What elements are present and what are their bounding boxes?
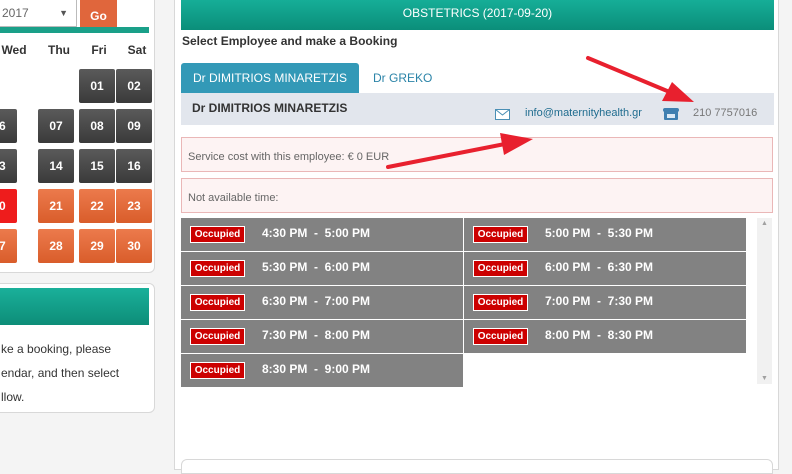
info-text-line: llow. (1, 390, 25, 404)
time-slot: Occupied 8:00 PM - 8:30 PM (464, 320, 746, 353)
service-cost-notice: Service cost with this employee: € 0 EUR (181, 137, 773, 172)
occupied-badge: Occupied (473, 226, 528, 243)
time-slot: Occupied 6:30 PM - 7:00 PM (181, 286, 463, 319)
slot-time: 6:30 PM - 7:00 PM (262, 294, 371, 308)
calendar-panel: 2017 ▼ Go Wed Thu Fri Sat 01 02 06 07 08… (0, 0, 155, 273)
calendar-day[interactable]: 09 (116, 109, 152, 143)
scroll-up-icon[interactable]: ▲ (761, 220, 768, 227)
slot-time: 8:00 PM - 8:30 PM (545, 328, 654, 342)
occupied-badge: Occupied (190, 294, 245, 311)
calendar-day[interactable]: 01 (79, 69, 115, 103)
year-select[interactable]: 2017 ▼ (0, 0, 77, 27)
weekday-wed: Wed (1, 43, 27, 57)
calendar-day[interactable]: 23 (116, 189, 152, 223)
weekday-fri: Fri (91, 43, 107, 57)
info-panel-header (0, 288, 149, 325)
calendar-day[interactable]: 30 (116, 229, 152, 263)
slot-time: 7:00 PM - 7:30 PM (545, 294, 654, 308)
booking-panel: OBSTETRICS (2017-09-20) Select Employee … (174, 0, 779, 474)
weekday-sat: Sat (127, 43, 147, 57)
employee-name: Dr DIMITRIOS MINARETZIS (192, 101, 348, 115)
calendar-day[interactable]: 21 (38, 189, 74, 223)
calendar-day-selected[interactable]: 20 (0, 189, 17, 223)
occupied-badge: Occupied (473, 294, 528, 311)
slot-time: 6:00 PM - 6:30 PM (545, 260, 654, 274)
calendar-day[interactable]: 28 (38, 229, 74, 263)
weekday-thu: Thu (48, 43, 70, 57)
envelope-icon (495, 109, 510, 120)
calendar-day[interactable]: 27 (0, 229, 17, 263)
chevron-down-icon: ▼ (59, 8, 68, 18)
time-slot: Occupied 5:00 PM - 5:30 PM (464, 218, 746, 251)
go-button[interactable]: Go (80, 0, 117, 27)
slot-time: 8:30 PM - 9:00 PM (262, 362, 371, 376)
occupied-badge: Occupied (190, 260, 245, 277)
not-available-notice: Not available time: (181, 178, 773, 213)
info-panel: ke a booking, please endar, and then sel… (0, 283, 155, 413)
year-select-value: 2017 (2, 6, 29, 20)
slots-scrollbar[interactable]: ▲ ▼ (757, 218, 772, 384)
tab-dr-minaretzis[interactable]: Dr DIMITRIOS MINARETZIS (181, 63, 359, 93)
occupied-badge: Occupied (190, 226, 245, 243)
slot-time: 5:30 PM - 6:00 PM (262, 260, 371, 274)
calendar-day[interactable]: 06 (0, 109, 17, 143)
slot-time: 7:30 PM - 8:00 PM (262, 328, 371, 342)
time-slot: Occupied 4:30 PM - 5:00 PM (181, 218, 463, 251)
employee-email-link[interactable]: info@maternityhealth.gr (525, 107, 642, 119)
slot-time: 5:00 PM - 5:30 PM (545, 226, 654, 240)
employee-info-bar: Dr DIMITRIOS MINARETZIS info@maternityhe… (181, 93, 774, 125)
time-slot: Occupied 7:30 PM - 8:00 PM (181, 320, 463, 353)
page-subtitle: Select Employee and make a Booking (182, 34, 398, 48)
calendar-day[interactable]: 22 (79, 189, 115, 223)
calendar-day[interactable]: 16 (116, 149, 152, 183)
occupied-badge: Occupied (190, 362, 245, 379)
occupied-badge: Occupied (190, 328, 245, 345)
calendar-day[interactable]: 07 (38, 109, 74, 143)
time-slot: Occupied 7:00 PM - 7:30 PM (464, 286, 746, 319)
department-header: OBSTETRICS (2017-09-20) (181, 0, 774, 30)
time-slot: Occupied 5:30 PM - 6:00 PM (181, 252, 463, 285)
scroll-down-icon[interactable]: ▼ (761, 375, 768, 382)
next-section-box (181, 459, 773, 474)
time-slot-grid: Occupied 4:30 PM - 5:00 PM Occupied 5:00… (181, 218, 747, 390)
calendar-day[interactable]: 13 (0, 149, 17, 183)
calendar-accent-bar (0, 27, 149, 33)
occupied-badge: Occupied (473, 260, 528, 277)
tab-dr-greko[interactable]: Dr GREKO (361, 63, 444, 93)
slot-time: 4:30 PM - 5:00 PM (262, 226, 371, 240)
calendar-day[interactable]: 14 (38, 149, 74, 183)
occupied-badge: Occupied (473, 328, 528, 345)
phone-icon (663, 108, 679, 120)
time-slot: Occupied 8:30 PM - 9:00 PM (181, 354, 463, 387)
calendar-day[interactable]: 15 (79, 149, 115, 183)
employee-phone: 210 7757016 (693, 107, 758, 119)
calendar-day[interactable]: 29 (79, 229, 115, 263)
calendar-day[interactable]: 08 (79, 109, 115, 143)
calendar-day[interactable]: 02 (116, 69, 152, 103)
time-slot: Occupied 6:00 PM - 6:30 PM (464, 252, 746, 285)
info-text-line: endar, and then select (1, 366, 120, 380)
info-text-line: ke a booking, please (1, 342, 112, 356)
